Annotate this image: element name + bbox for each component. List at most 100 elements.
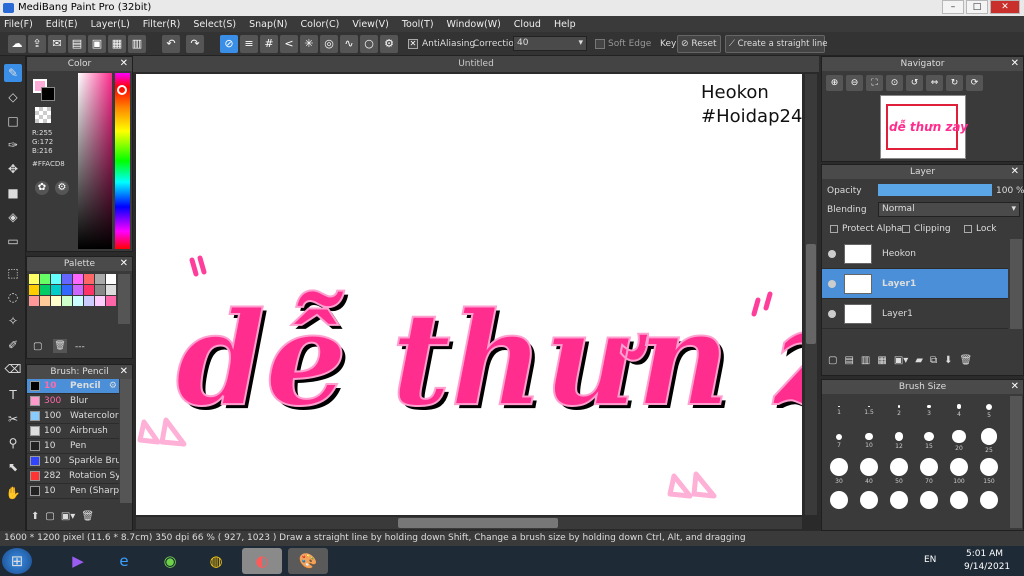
menu-file[interactable]: File(F) <box>4 19 33 30</box>
minimize-button[interactable]: – <box>942 0 964 14</box>
eraser-tool-icon[interactable]: ◇ <box>4 88 22 106</box>
color-wheel-icon[interactable]: ✿ <box>35 181 49 195</box>
menu-tool[interactable]: Tool(T) <box>402 19 434 30</box>
palette-swatch[interactable] <box>51 285 61 295</box>
brush-tool-icon[interactable]: ✎ <box>4 64 22 82</box>
text-tool-icon[interactable]: T <box>4 386 22 404</box>
palette-swatch[interactable] <box>62 274 72 284</box>
brush-size-option[interactable]: 10 <box>854 426 884 456</box>
magic-wand-tool-icon[interactable]: ✧ <box>4 312 22 330</box>
rotate-left-icon[interactable]: ↺ <box>906 75 923 91</box>
menu-cloud[interactable]: Cloud <box>514 19 541 30</box>
menu-help[interactable]: Help <box>554 19 576 30</box>
zoom-out-icon[interactable]: ⊖ <box>846 75 863 91</box>
palette-swatch[interactable] <box>62 285 72 295</box>
select-tool-icon[interactable]: ⬚ <box>4 264 22 282</box>
palette-swatch[interactable] <box>62 296 72 306</box>
curve-snap-icon[interactable]: ∿ <box>340 35 358 53</box>
brush-size-option[interactable]: 150 <box>974 456 1004 486</box>
snap-settings-icon[interactable]: ⚙ <box>380 35 398 53</box>
medibang-taskbar-icon[interactable]: ◐ <box>242 548 282 574</box>
brush-size-option[interactable]: 5 <box>974 396 1004 426</box>
layer-item[interactable]: Layer1⚙ <box>822 269 1022 299</box>
folder-icon[interactable]: ▰ <box>915 355 923 366</box>
comment-icon[interactable]: ✉ <box>48 35 66 53</box>
palette-swatch[interactable] <box>29 274 39 284</box>
palette-swatch[interactable] <box>40 296 50 306</box>
paint-taskbar-icon[interactable]: 🎨 <box>288 548 328 574</box>
add-brush-icon[interactable]: ⬆ <box>31 511 39 522</box>
palette-more[interactable]: --- <box>75 342 85 352</box>
divide-tool-icon[interactable]: ✂ <box>4 410 22 428</box>
delete-brush-icon[interactable]: 🗑 <box>81 511 94 522</box>
brush-size-option[interactable]: 3 <box>914 396 944 426</box>
eyedropper-tool-icon[interactable]: ⚲ <box>4 434 22 452</box>
blending-select[interactable]: Normal ▾ <box>878 202 1020 217</box>
delete-layer-icon[interactable]: 🗑 <box>960 355 973 366</box>
zoom-in-icon[interactable]: ⊕ <box>826 75 843 91</box>
new-layer-icon[interactable]: ▢ <box>828 355 837 366</box>
close-icon[interactable]: ✕ <box>120 57 128 71</box>
menu-edit[interactable]: Edit(E) <box>46 19 78 30</box>
brush-size-option[interactable]: 1.5 <box>854 396 884 426</box>
export-icon[interactable]: ▥ <box>128 35 146 53</box>
soft-edge-checkbox[interactable] <box>595 39 605 49</box>
menu-window[interactable]: Window(W) <box>447 19 501 30</box>
visibility-icon[interactable] <box>828 249 836 258</box>
add-color-icon[interactable]: ▢ <box>33 341 42 352</box>
coccoc-icon[interactable]: ◉ <box>150 548 190 574</box>
close-icon[interactable]: ✕ <box>1011 57 1019 71</box>
horizontal-scrollbar[interactable] <box>136 517 802 529</box>
grid-snap-icon[interactable]: # <box>260 35 278 53</box>
brush-size-option[interactable]: 20 <box>944 426 974 456</box>
gradient-tool-icon[interactable]: ▭ <box>4 232 22 250</box>
bucket-tool-icon[interactable]: ◈ <box>4 208 22 226</box>
dot-tool-icon[interactable]: ✑ <box>4 136 22 154</box>
brush-size-option[interactable]: 70 <box>914 456 944 486</box>
merge-down-icon[interactable]: ⬇ <box>944 355 952 366</box>
delete-color-icon[interactable]: 🗑 <box>53 339 67 353</box>
lock-checkbox[interactable] <box>964 225 972 233</box>
opacity-slider[interactable] <box>878 184 992 196</box>
palette-swatch[interactable] <box>40 285 50 295</box>
language-indicator[interactable]: EN <box>924 555 936 565</box>
palette-swatch[interactable] <box>73 285 83 295</box>
lasso-tool-icon[interactable]: ◌ <box>4 288 22 306</box>
brush-size-option[interactable] <box>974 486 1004 516</box>
new-halftone-layer-icon[interactable]: ▤ <box>844 355 853 366</box>
brush-size-option[interactable]: 50 <box>884 456 914 486</box>
undo-icon[interactable]: ↶ <box>162 35 180 53</box>
clipping-checkbox[interactable] <box>902 225 910 233</box>
palette-swatch[interactable] <box>84 296 94 306</box>
document-tab[interactable]: Untitled <box>133 56 819 72</box>
flip-icon[interactable]: ⇔ <box>926 75 943 91</box>
drawing-canvas[interactable]: Heokon #Hoidap247 dễ thưn zay dễ thưn za… <box>136 74 802 515</box>
hue-handle[interactable] <box>117 85 127 95</box>
palette-swatch[interactable] <box>106 285 116 295</box>
new-8bit-layer-icon[interactable]: ▥ <box>861 355 870 366</box>
brush-size-option[interactable] <box>884 486 914 516</box>
palette-swatch[interactable] <box>106 274 116 284</box>
palette-scrollbar[interactable] <box>118 274 130 324</box>
brush-item[interactable]: 10 Pen <box>27 439 119 454</box>
close-icon[interactable]: ✕ <box>1011 380 1019 394</box>
rect-select-tool-icon[interactable]: □ <box>4 112 22 130</box>
visual-studio-icon[interactable]: ▶ <box>58 548 98 574</box>
layer-item[interactable]: Layer1 <box>822 299 1008 329</box>
menu-color[interactable]: Color(C) <box>301 19 340 30</box>
brush-menu-icon[interactable]: ▣▾ <box>61 511 75 522</box>
menu-view[interactable]: View(V) <box>352 19 388 30</box>
close-icon[interactable]: ✕ <box>120 365 128 379</box>
layer-scrollbar[interactable] <box>1010 239 1022 329</box>
maximize-button[interactable]: □ <box>966 0 988 14</box>
menu-select[interactable]: Select(S) <box>193 19 236 30</box>
palette-swatch[interactable] <box>84 274 94 284</box>
color-settings-icon[interactable]: ⚙ <box>55 181 69 195</box>
radial-snap-icon[interactable]: ✳ <box>300 35 318 53</box>
visibility-icon[interactable] <box>828 309 836 318</box>
brush-size-option[interactable]: 12 <box>884 426 914 456</box>
background-color[interactable] <box>41 87 55 101</box>
rotate-right-icon[interactable]: ↻ <box>946 75 963 91</box>
fill-rect-tool-icon[interactable]: ■ <box>4 184 22 202</box>
layer-item[interactable]: Heokon <box>822 239 1008 269</box>
